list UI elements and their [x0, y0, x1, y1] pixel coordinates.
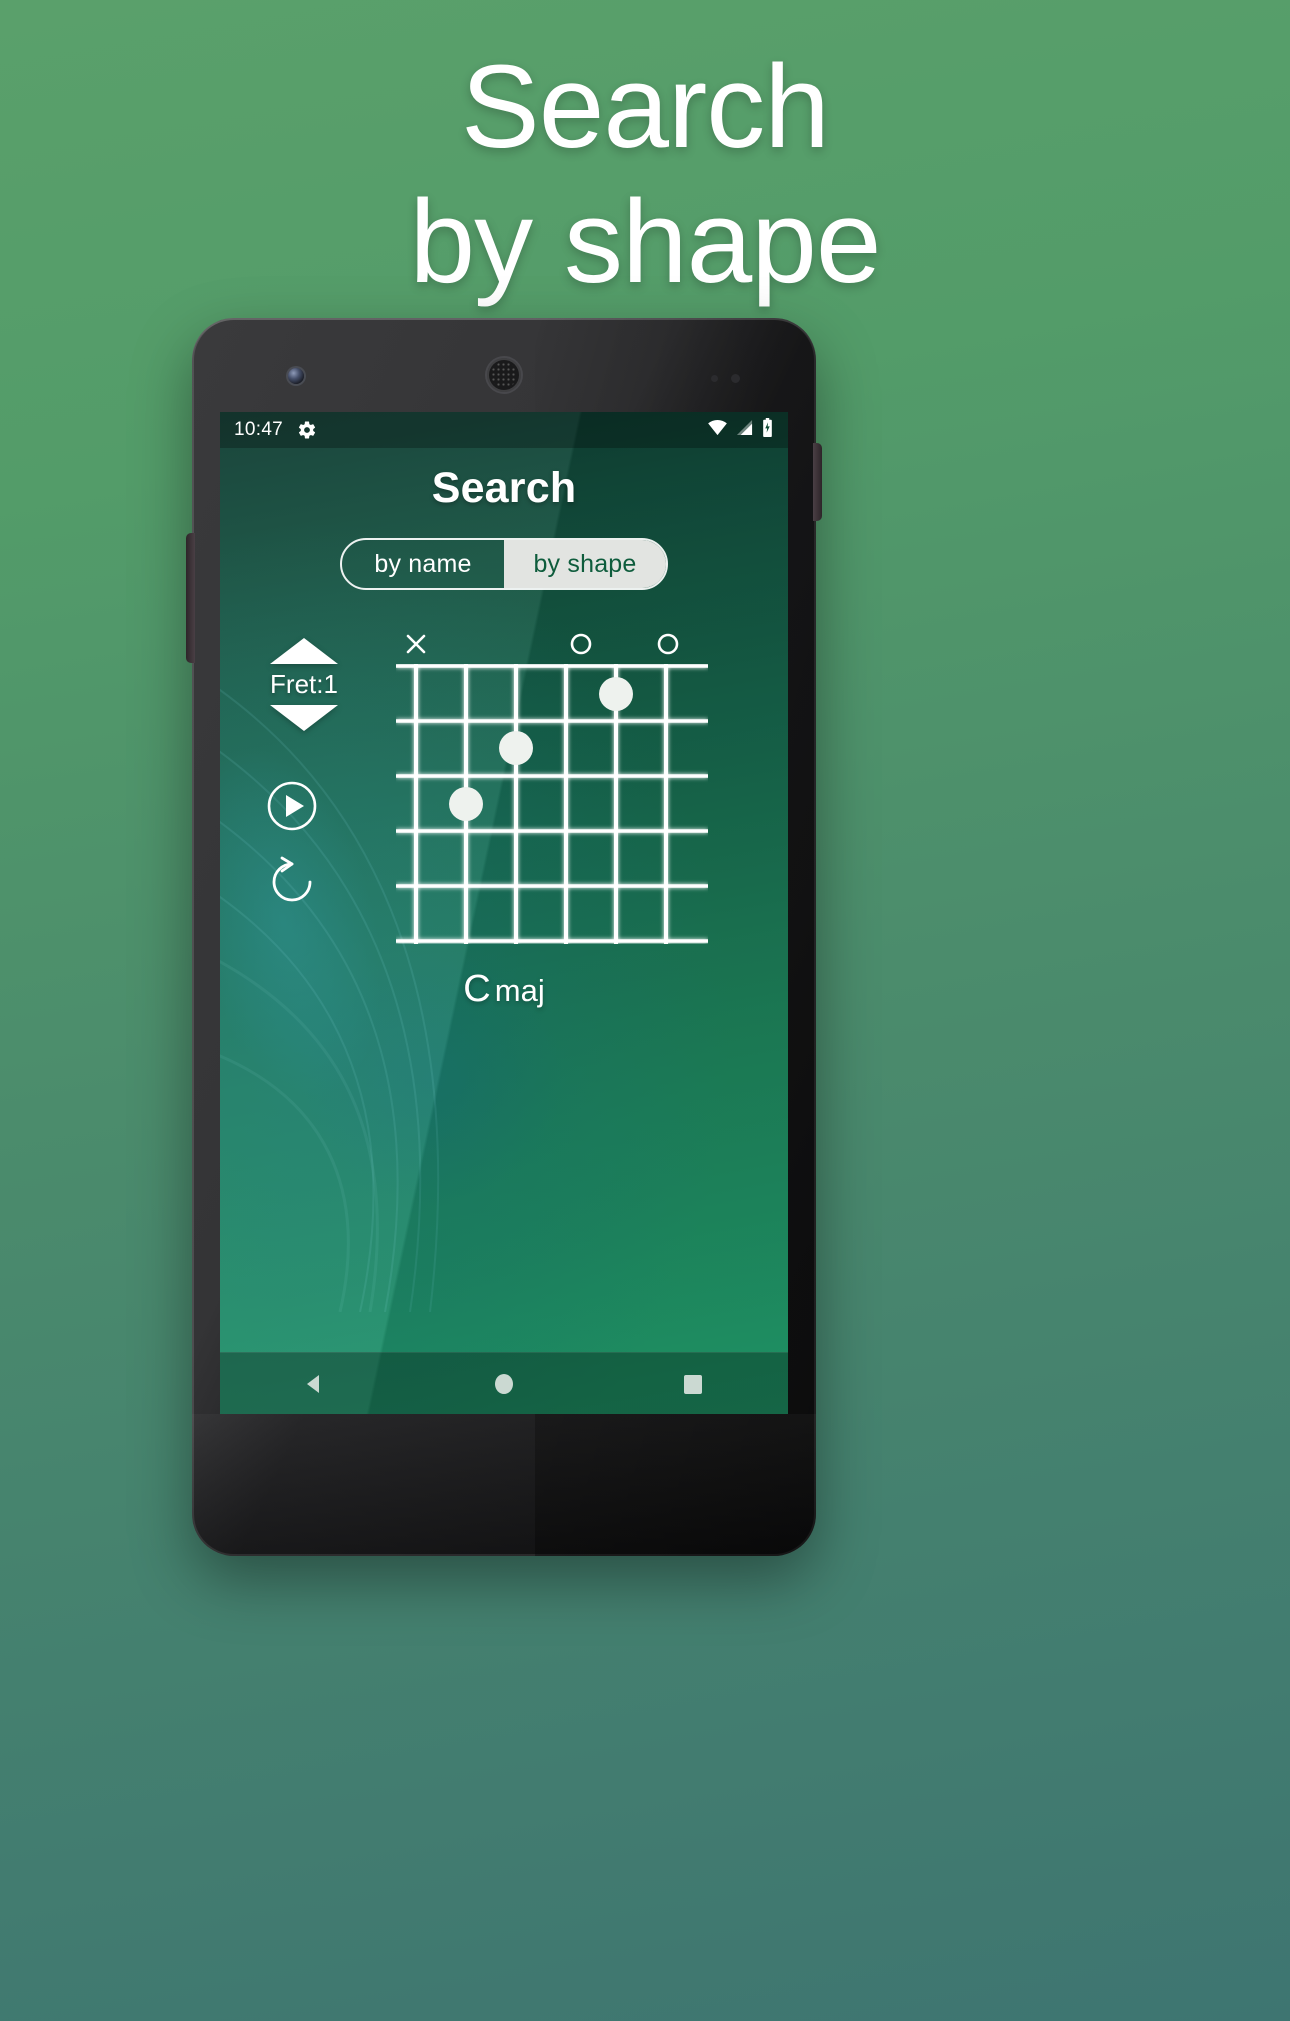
- cellular-signal-icon: [735, 419, 754, 442]
- power-button[interactable]: [813, 443, 822, 521]
- string-state-markers: [406, 633, 679, 655]
- status-bar: 10:47: [220, 412, 788, 448]
- search-mode-segmented-control[interactable]: by name by shape: [340, 538, 668, 590]
- home-circle-icon: [494, 1373, 513, 1394]
- fret-stepper: Fret:1: [256, 638, 352, 731]
- android-navigation-bar: [220, 1352, 788, 1414]
- chord-root: C: [463, 968, 491, 1010]
- promo-headline: Search by shape: [409, 41, 882, 308]
- chord-dot-s5-f1: [599, 677, 633, 711]
- light-sensor-icon: [731, 374, 740, 383]
- front-camera-icon: [288, 368, 304, 384]
- chord-name: Cmaj: [220, 968, 788, 1011]
- fret-up-icon[interactable]: [270, 638, 338, 664]
- phone-bottom-shade: [192, 1414, 816, 1556]
- wifi-icon: [707, 419, 728, 442]
- chord-dot-s2-f3: [449, 787, 483, 821]
- phone-device: 10:47 Search by name by shape Fret:1 C m…: [186, 318, 822, 1556]
- fretboard-grid[interactable]: [396, 664, 708, 944]
- reset-button[interactable]: [266, 856, 318, 908]
- status-time: 10:47: [234, 419, 284, 440]
- recents-square-icon: [684, 1374, 703, 1394]
- battery-charging-icon: [761, 417, 774, 443]
- marker-open-string6: [657, 633, 679, 655]
- earpiece-speaker-icon: [487, 358, 521, 392]
- tab-by-name[interactable]: by name: [342, 540, 504, 588]
- marker-mute-string1: [406, 634, 426, 654]
- nav-back[interactable]: [270, 1353, 360, 1415]
- volume-button[interactable]: [186, 533, 195, 663]
- marker-open-string4: [570, 633, 592, 655]
- chord-shape-editor: Fret:1: [220, 626, 788, 956]
- status-icons: [707, 417, 774, 443]
- page-title: Search: [431, 464, 577, 512]
- fret-label: Fret:1: [270, 669, 338, 699]
- play-button[interactable]: [266, 780, 318, 832]
- nav-recents[interactable]: [648, 1353, 738, 1415]
- chord-quality: maj: [494, 973, 545, 1008]
- chord-dot-s3-f2: [499, 731, 533, 765]
- tab-by-shape[interactable]: by shape: [504, 540, 666, 588]
- phone-screen: 10:47 Search by name by shape Fret:1 C m…: [220, 412, 788, 1414]
- proximity-sensor-icon: [711, 375, 718, 382]
- back-triangle-icon: [306, 1374, 319, 1393]
- fret-down-icon[interactable]: [270, 705, 338, 731]
- chord-diagram[interactable]: [396, 626, 708, 956]
- nav-home[interactable]: [459, 1353, 549, 1415]
- gear-icon: [297, 420, 317, 440]
